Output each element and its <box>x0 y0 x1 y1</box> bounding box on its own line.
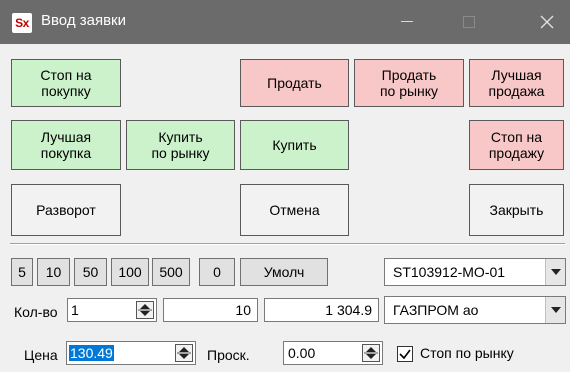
qty-5-button[interactable]: 5 <box>11 258 33 286</box>
qty-10-button[interactable]: 10 <box>37 258 70 286</box>
sell-market-button[interactable]: Продать по рынку <box>354 59 464 107</box>
account-value: ST103912-MO-01 <box>393 264 506 280</box>
maximize-button[interactable] <box>446 0 492 44</box>
market-stop-checkbox[interactable] <box>397 346 413 362</box>
app-icon: Sx <box>12 13 32 33</box>
title-bar[interactable]: Sx Ввод заявки <box>0 0 570 44</box>
best-buy-button[interactable]: Лучшая покупка <box>11 120 121 170</box>
best-sell-button[interactable]: Лучшая продажа <box>469 59 564 107</box>
close-button[interactable]: Закрыть <box>469 184 564 236</box>
price-label: Цена <box>24 347 58 363</box>
reverse-button[interactable]: Разворот <box>11 184 121 236</box>
market-stop-label: Стоп по рынку <box>420 345 514 361</box>
qty-input[interactable]: 1 <box>67 298 157 322</box>
sum-field: 1 304.9 <box>264 298 379 322</box>
qty-50-button[interactable]: 50 <box>74 258 107 286</box>
price-spinner-icon[interactable] <box>175 344 193 362</box>
chevron-down-icon[interactable] <box>545 259 565 285</box>
qty-500-button[interactable]: 500 <box>152 258 190 286</box>
stop-buy-button[interactable]: Стоп на покупку <box>11 59 121 107</box>
maximize-icon <box>463 16 475 28</box>
divider <box>10 243 565 245</box>
order-entry-panel: Стоп на покупку Продать Продать по рынку… <box>0 44 570 372</box>
qty-spinner-icon[interactable] <box>136 301 154 319</box>
price-input[interactable]: 130.49 <box>66 341 196 365</box>
account-combobox[interactable]: ST103912-MO-01 <box>384 258 566 286</box>
instrument-value: ГАЗПРОМ ао <box>393 302 479 318</box>
close-icon <box>540 15 554 29</box>
instrument-combobox[interactable]: ГАЗПРОМ ао <box>384 296 566 324</box>
cancel-button[interactable]: Отмена <box>240 184 349 236</box>
stop-sell-button[interactable]: Стоп на продажу <box>469 120 564 170</box>
lots-field: 10 <box>163 298 258 322</box>
qty-100-button[interactable]: 100 <box>111 258 149 286</box>
chevron-down-icon[interactable] <box>545 297 565 323</box>
close-window-button[interactable] <box>524 0 570 44</box>
slippage-input[interactable]: 0.00 <box>283 341 383 365</box>
slippage-label: Проск. <box>207 347 250 363</box>
minimize-button[interactable] <box>384 0 430 44</box>
checkmark-icon <box>399 349 411 360</box>
minimize-icon <box>401 21 413 22</box>
default-qty-button[interactable]: Умолч <box>240 258 328 286</box>
slippage-spinner-icon[interactable] <box>362 344 380 362</box>
window-title: Ввод заявки <box>41 12 126 29</box>
buy-button[interactable]: Купить <box>240 120 349 170</box>
qty-0-button[interactable]: 0 <box>199 258 235 286</box>
buy-market-button[interactable]: Купить по рынку <box>126 120 235 170</box>
price-value: 130.49 <box>69 345 114 361</box>
sell-button[interactable]: Продать <box>240 59 349 107</box>
qty-label: Кол-во <box>14 304 58 320</box>
